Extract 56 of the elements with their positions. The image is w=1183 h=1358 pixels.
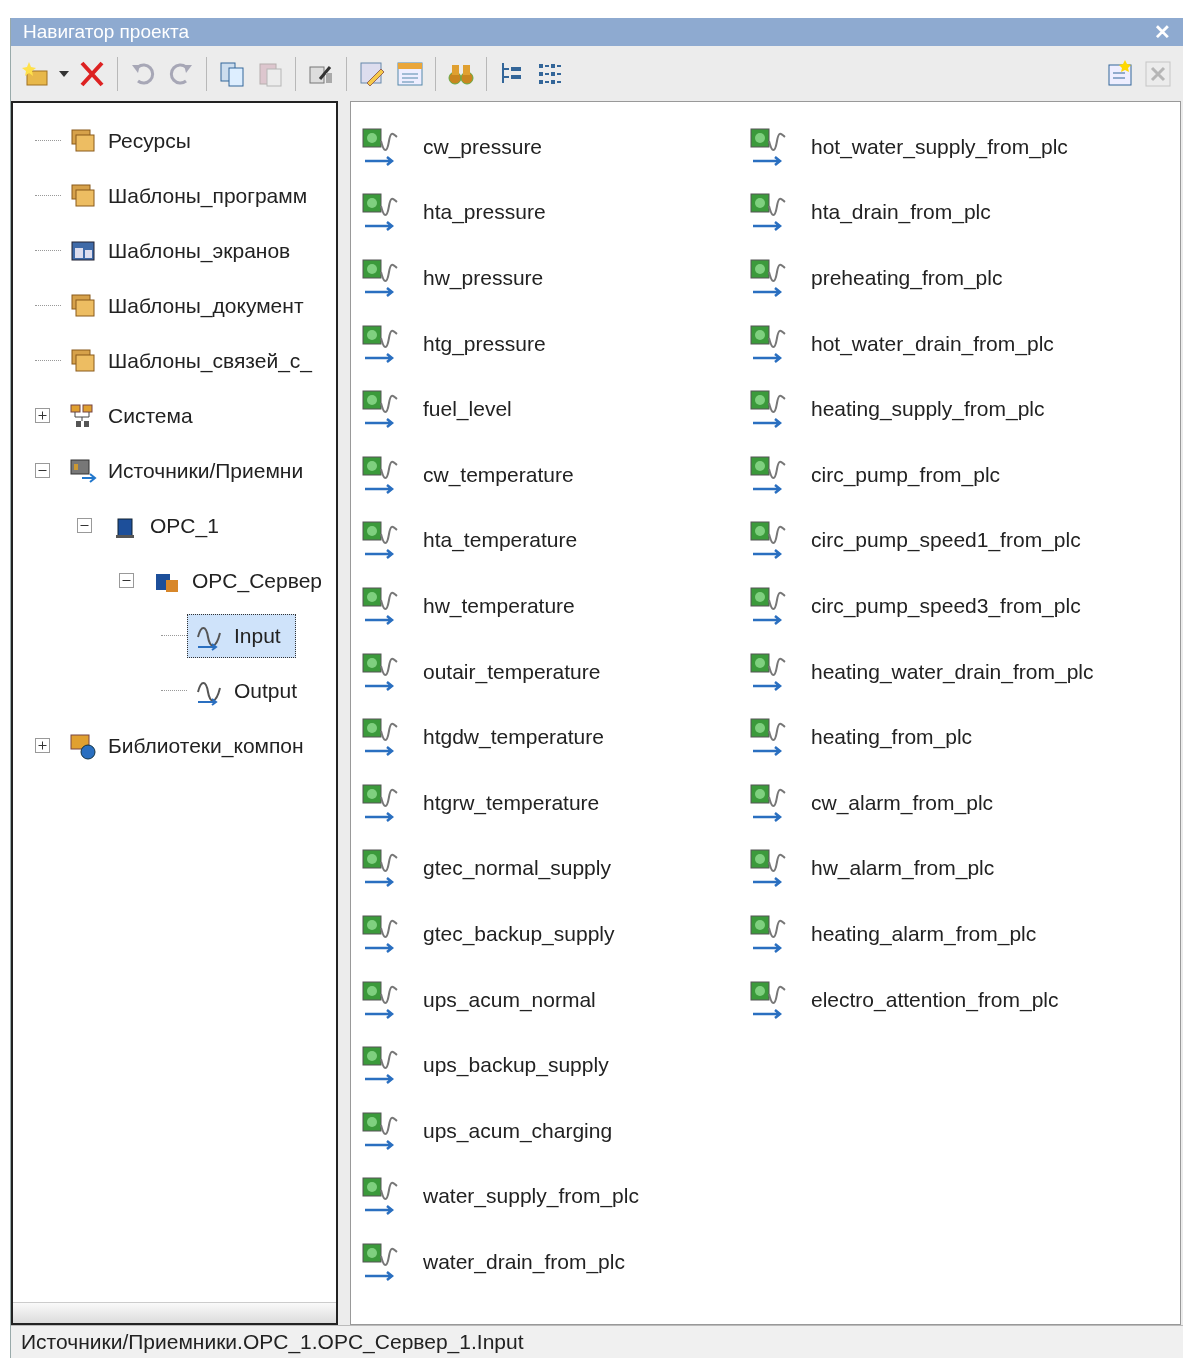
list-item[interactable]: gtec_normal_supply xyxy=(361,835,749,902)
toolbar-button[interactable] xyxy=(57,68,71,79)
list-item[interactable]: circ_pump_speed1_from_plc xyxy=(749,507,1180,574)
list-item[interactable]: heating_supply_from_plc xyxy=(749,376,1180,442)
tree-item[interactable]: Шаблоны_экранов xyxy=(61,228,306,273)
tree-item[interactable]: Шаблоны_связей_с_ xyxy=(61,338,327,383)
expand-toggle[interactable] xyxy=(35,408,50,423)
list-item[interactable]: cw_alarm_from_plc xyxy=(749,769,1180,836)
caret-icon xyxy=(59,70,69,77)
new-window-icon xyxy=(1105,58,1135,89)
tree-item[interactable]: Шаблоны_документ xyxy=(61,283,319,328)
tree-item[interactable]: Система xyxy=(61,393,208,438)
tree-item[interactable]: Библиотеки_компон xyxy=(61,723,319,768)
list-item[interactable]: electro_attention_from_plc xyxy=(749,966,1180,1033)
list-item[interactable]: ups_acum_normal xyxy=(361,966,749,1033)
collapse-toggle[interactable] xyxy=(77,518,92,533)
list-item[interactable]: heating_alarm_from_plc xyxy=(749,901,1180,967)
close-pane-icon xyxy=(1143,58,1173,89)
tree-item[interactable]: Output xyxy=(187,668,313,713)
status-text: Источники/Приемники.OPC_1.OPC_Сервер_1.Input xyxy=(21,1330,524,1354)
list-item[interactable]: fuel_level xyxy=(361,376,749,442)
list-item[interactable]: ups_acum_charging xyxy=(361,1097,749,1164)
list-item[interactable]: water_supply_from_plc xyxy=(361,1163,749,1230)
list-item[interactable]: circ_pump_speed3_from_plc xyxy=(749,573,1180,639)
collapse-toggle[interactable] xyxy=(35,463,50,478)
list-item[interactable]: htgdw_temperature xyxy=(361,704,749,770)
list-item[interactable]: gtec_backup_supply xyxy=(361,901,749,967)
list-item[interactable]: htg_pressure xyxy=(361,310,749,377)
list-item[interactable]: circ_pump_from_plc xyxy=(749,441,1180,508)
list-item[interactable]: hta_pressure xyxy=(361,179,749,246)
list-item[interactable]: heating_from_plc xyxy=(749,704,1180,770)
list-item[interactable]: hta_drain_from_plc xyxy=(749,179,1180,246)
list-item[interactable]: ups_backup_supply xyxy=(361,1032,749,1098)
list-item[interactable]: preheating_from_plc xyxy=(749,245,1180,311)
tree-item[interactable]: Источники/Приемни xyxy=(61,448,319,493)
list-item[interactable]: hw_alarm_from_plc xyxy=(749,835,1180,902)
list-item[interactable]: water_drain_from_plc xyxy=(361,1229,749,1295)
collapse-toggle[interactable] xyxy=(119,573,134,588)
tree-item[interactable]: OPC_1 xyxy=(103,503,234,548)
list-item[interactable]: hw_pressure xyxy=(361,245,749,311)
list-item[interactable]: hot_water_supply_from_plc xyxy=(749,114,1180,180)
list-item[interactable]: outair_temperature xyxy=(361,638,749,705)
tree-item[interactable]: OPC_Сервер xyxy=(145,558,337,603)
horizontal-scrollbar[interactable] xyxy=(13,1302,336,1323)
list-item[interactable]: htgrw_temperature xyxy=(361,769,749,836)
list-item[interactable]: hot_water_drain_from_plc xyxy=(749,310,1180,377)
tree-item[interactable]: Шаблоны_программ xyxy=(61,173,323,218)
tree-item[interactable]: Ресурсы xyxy=(61,118,206,163)
list-item[interactable]: heating_water_drain_from_plc xyxy=(749,638,1180,705)
list-item[interactable]: cw_pressure xyxy=(361,114,749,180)
list-item[interactable]: cw_temperature xyxy=(361,441,749,508)
tree-item[interactable]: Input xyxy=(187,613,296,658)
window-title: Навигатор проекта xyxy=(23,21,190,43)
expand-toggle[interactable] xyxy=(35,738,50,753)
list-item[interactable]: hw_temperature xyxy=(361,573,749,639)
list-item[interactable]: hta_temperature xyxy=(361,507,749,574)
